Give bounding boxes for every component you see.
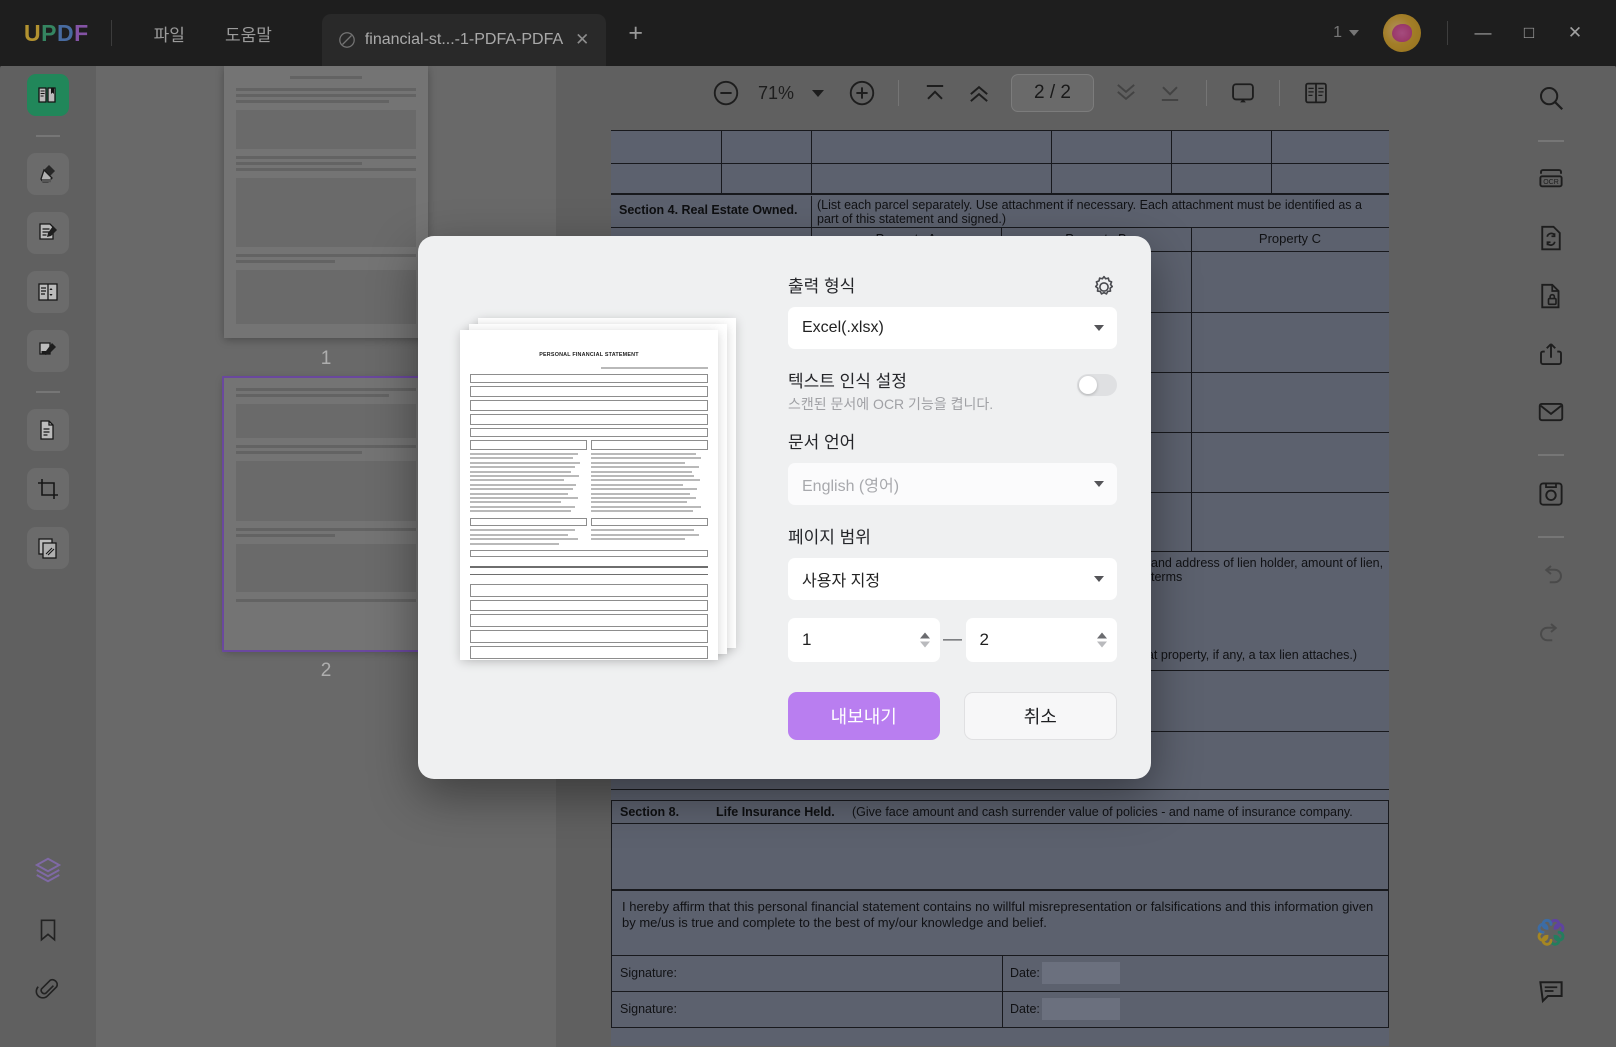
output-format-label: 출력 형식 xyxy=(788,277,856,296)
output-format-value: Excel(.xlsx) xyxy=(802,319,884,336)
chevron-down-icon xyxy=(1094,481,1104,487)
dialog-preview-area: PERSONAL FINANCIAL STATEMENT xyxy=(418,236,778,779)
stepper-arrows[interactable] xyxy=(919,632,930,648)
export-dialog: PERSONAL FINANCIAL STATEMENT 출력 형식 Excel… xyxy=(418,236,1151,779)
chevron-down-icon xyxy=(1094,325,1104,331)
ocr-label: 텍스트 인식 설정 xyxy=(788,372,907,391)
dialog-form: 출력 형식 Excel(.xlsx) 텍스트 인식 설정 스캔된 문서에 OCR… xyxy=(778,236,1151,779)
export-button[interactable]: 내보내기 xyxy=(788,692,940,740)
range-to-input[interactable]: 2 xyxy=(965,618,1117,662)
ocr-toggle[interactable] xyxy=(1077,373,1117,396)
ocr-description: 스캔된 문서에 OCR 기능을 켭니다. xyxy=(788,396,994,412)
page-range-value: 사용자 지정 xyxy=(802,573,881,590)
toggle-knob xyxy=(1079,375,1097,394)
preview-document-title: PERSONAL FINANCIAL STATEMENT xyxy=(539,352,639,358)
preview-document-body xyxy=(470,367,708,660)
cancel-button[interactable]: 취소 xyxy=(963,692,1117,740)
stepper-down-icon[interactable] xyxy=(1097,641,1107,648)
chevron-down-icon xyxy=(1094,576,1104,582)
output-format-label-row: 출력 형식 xyxy=(788,272,1117,307)
stepper-up-icon[interactable] xyxy=(1097,632,1107,639)
range-to-value: 2 xyxy=(979,630,989,649)
stepper-down-icon[interactable] xyxy=(919,641,930,648)
stepper-arrows[interactable] xyxy=(1097,632,1107,648)
language-placeholder: English (영어) xyxy=(802,478,900,495)
range-separator: — xyxy=(943,629,962,650)
page-range-inputs: 1 — 2 xyxy=(788,618,1117,662)
page-range-select[interactable]: 사용자 지정 xyxy=(788,558,1117,600)
range-from-value: 1 xyxy=(802,630,812,649)
output-format-select[interactable]: Excel(.xlsx) xyxy=(788,307,1117,349)
page-range-label: 페이지 범위 xyxy=(788,528,871,547)
language-label: 문서 언어 xyxy=(788,433,856,452)
updf-application-window: UPDF 파일 도움말 financial-st...-1-PDFA-PDFA … xyxy=(0,0,1616,1047)
stepper-up-icon[interactable] xyxy=(919,632,930,639)
language-select[interactable]: English (영어) xyxy=(788,463,1117,505)
range-from-input[interactable]: 1 xyxy=(788,618,940,662)
gear-icon xyxy=(1094,275,1114,295)
preview-page-front: PERSONAL FINANCIAL STATEMENT xyxy=(460,330,718,660)
dialog-actions: 내보내기 취소 xyxy=(788,692,1117,740)
settings-button[interactable] xyxy=(1091,274,1117,305)
